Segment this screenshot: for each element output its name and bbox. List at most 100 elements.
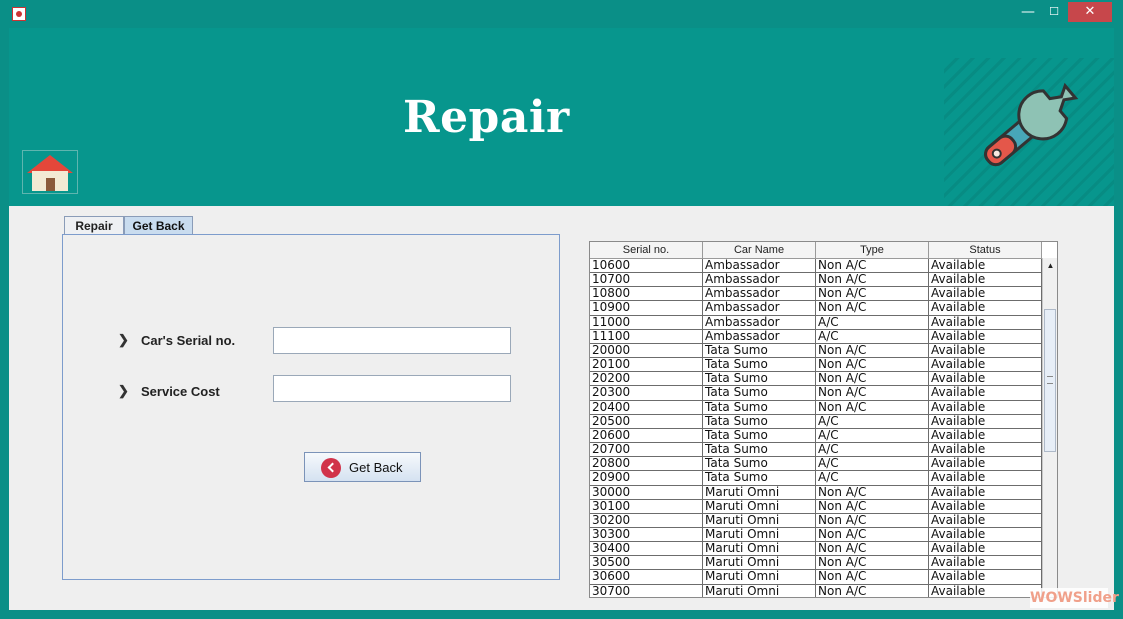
- table-row[interactable]: 10700 Ambassador Non A/C Available: [590, 273, 1042, 288]
- table-row[interactable]: 20100 Tata Sumo Non A/C Available: [590, 358, 1042, 373]
- table-row[interactable]: 30100 Maruti Omni Non A/C Available: [590, 499, 1042, 514]
- tab-get-back[interactable]: Get Back: [124, 216, 193, 234]
- table-cell: Available: [929, 287, 1042, 302]
- scroll-up-icon[interactable]: ▲: [1043, 258, 1057, 273]
- home-icon: [27, 155, 73, 191]
- table-row[interactable]: 20400 Tata Sumo Non A/C Available: [590, 400, 1042, 415]
- table-cell: Ambassador: [703, 287, 816, 302]
- table-cell: Available: [929, 400, 1042, 415]
- table-row[interactable]: 30700 Maruti Omni Non A/C Available: [590, 584, 1042, 597]
- main-content: Repair Get Back ❯ Car's Serial no. ❯ Ser…: [9, 206, 1114, 610]
- scroll-thumb[interactable]: [1044, 309, 1056, 452]
- table-cell: A/C: [816, 443, 929, 458]
- table-cell: Non A/C: [816, 287, 929, 302]
- table-cell: A/C: [816, 414, 929, 429]
- table-row[interactable]: 20300 Tata Sumo Non A/C Available: [590, 386, 1042, 401]
- vertical-scrollbar[interactable]: ▲: [1042, 258, 1057, 597]
- table-cell: Available: [929, 428, 1042, 444]
- table-cell: Available: [929, 343, 1042, 359]
- table-row[interactable]: 20500 Tata Sumo A/C Available: [590, 414, 1042, 429]
- maximize-button[interactable]: ☐: [1041, 2, 1067, 22]
- table-row[interactable]: 11000 Ambassador A/C Available: [590, 315, 1042, 330]
- table-cell: Non A/C: [816, 372, 929, 387]
- column-header-status[interactable]: Status: [929, 242, 1042, 258]
- table-row[interactable]: 20600 Tata Sumo A/C Available: [590, 428, 1042, 444]
- table-cell: Non A/C: [816, 259, 929, 274]
- table-cell: 30300: [590, 527, 703, 543]
- column-header-type[interactable]: Type: [816, 242, 929, 258]
- watermark-logo: WOWSlider: [1030, 588, 1119, 608]
- table-cell: Non A/C: [816, 527, 929, 543]
- column-header-car-name[interactable]: Car Name: [703, 242, 816, 258]
- table-row[interactable]: 20900 Tata Sumo A/C Available: [590, 471, 1042, 486]
- table-cell: Available: [929, 471, 1042, 486]
- table-cell: Maruti Omni: [703, 584, 816, 597]
- table-cell: 11100: [590, 329, 703, 344]
- table-cell: A/C: [816, 329, 929, 344]
- table-row[interactable]: 30400 Maruti Omni Non A/C Available: [590, 542, 1042, 557]
- table-cell: Available: [929, 315, 1042, 330]
- table-cell: Non A/C: [816, 301, 929, 316]
- table-cell: Tata Sumo: [703, 386, 816, 401]
- table-cell: Tata Sumo: [703, 358, 816, 373]
- table-cell: Available: [929, 358, 1042, 373]
- table-cell: Non A/C: [816, 513, 929, 528]
- table-row[interactable]: 10900 Ambassador Non A/C Available: [590, 301, 1042, 316]
- table-cell: Available: [929, 584, 1042, 597]
- table-cell: Tata Sumo: [703, 457, 816, 472]
- table-row[interactable]: 30500 Maruti Omni Non A/C Available: [590, 556, 1042, 571]
- table-cell: 10900: [590, 301, 703, 316]
- table-row[interactable]: 20700 Tata Sumo A/C Available: [590, 443, 1042, 458]
- table-cell: Non A/C: [816, 584, 929, 597]
- table-row[interactable]: 11100 Ambassador A/C Available: [590, 329, 1042, 344]
- table-cell: 20800: [590, 457, 703, 472]
- table-cell: Non A/C: [816, 400, 929, 415]
- table-cell: Non A/C: [816, 542, 929, 557]
- table-row[interactable]: 20000 Tata Sumo Non A/C Available: [590, 343, 1042, 359]
- table-row[interactable]: 30200 Maruti Omni Non A/C Available: [590, 513, 1042, 528]
- table-cell: Tata Sumo: [703, 443, 816, 458]
- table-cell: Maruti Omni: [703, 485, 816, 500]
- service-cost-input[interactable]: [273, 375, 511, 402]
- table-cell: A/C: [816, 457, 929, 472]
- table-cell: 11000: [590, 315, 703, 330]
- table-cell: Maruti Omni: [703, 527, 816, 543]
- get-back-button[interactable]: Get Back: [304, 452, 421, 482]
- tab-repair[interactable]: Repair: [64, 216, 124, 234]
- page-title: Repair: [403, 92, 570, 143]
- minimize-button[interactable]: —: [1015, 2, 1041, 22]
- table-cell: Tata Sumo: [703, 471, 816, 486]
- table-cell: Ambassador: [703, 259, 816, 274]
- get-back-panel: ❯ Car's Serial no. ❯ Service Cost Get Ba…: [62, 234, 560, 580]
- table-row[interactable]: 30600 Maruti Omni Non A/C Available: [590, 570, 1042, 585]
- close-button[interactable]: ✕: [1068, 2, 1112, 22]
- table-row[interactable]: 30300 Maruti Omni Non A/C Available: [590, 527, 1042, 543]
- table-cell: Tata Sumo: [703, 428, 816, 444]
- table-cell: Maruti Omni: [703, 570, 816, 585]
- table-cell: Available: [929, 443, 1042, 458]
- table-cell: 30200: [590, 513, 703, 528]
- column-header-serial[interactable]: Serial no.: [590, 242, 703, 258]
- table-row[interactable]: 10600 Ambassador Non A/C Available: [590, 259, 1042, 274]
- table-row[interactable]: 20800 Tata Sumo A/C Available: [590, 457, 1042, 472]
- table-cell: Non A/C: [816, 570, 929, 585]
- table-cell: Non A/C: [816, 386, 929, 401]
- serial-input[interactable]: [273, 327, 511, 354]
- chevron-right-icon: ❯: [118, 383, 129, 398]
- table-row[interactable]: 10800 Ambassador Non A/C Available: [590, 287, 1042, 302]
- table-cell: A/C: [816, 428, 929, 444]
- table-cell: Tata Sumo: [703, 343, 816, 359]
- table-cell: Ambassador: [703, 329, 816, 344]
- table-row[interactable]: 30000 Maruti Omni Non A/C Available: [590, 485, 1042, 500]
- table-cell: Non A/C: [816, 499, 929, 514]
- table-cell: 30600: [590, 570, 703, 585]
- table-cell: Available: [929, 542, 1042, 557]
- table-cell: 20100: [590, 358, 703, 373]
- home-button[interactable]: [22, 150, 78, 194]
- table-cell: A/C: [816, 315, 929, 330]
- table-cell: Tata Sumo: [703, 400, 816, 415]
- chevron-left-circle-icon: [321, 458, 341, 478]
- chevron-right-icon: ❯: [118, 332, 129, 347]
- table-row[interactable]: 20200 Tata Sumo Non A/C Available: [590, 372, 1042, 387]
- table-cell: Ambassador: [703, 301, 816, 316]
